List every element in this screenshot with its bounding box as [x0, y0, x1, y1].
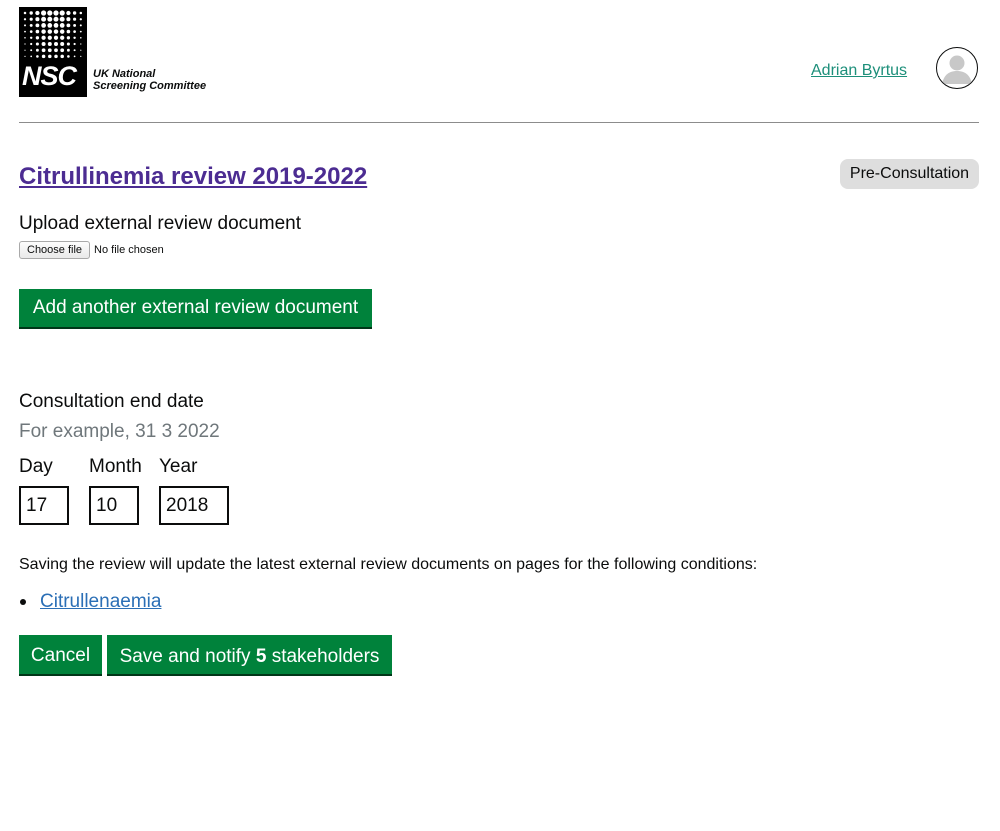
day-input[interactable] [19, 486, 69, 525]
user-avatar-icon[interactable] [936, 47, 978, 89]
nsc-logo-mark: NSC [19, 7, 87, 97]
stakeholder-count: 5 [255, 646, 267, 667]
save-button-prefix: Save and notify [119, 646, 251, 667]
logo-text-line1: UK National [93, 68, 156, 80]
logo-organisation-name: UK National Screening Committee [93, 68, 206, 92]
add-another-document-button[interactable]: Add another external review document [19, 289, 372, 327]
nsc-logo: NSC UK National Screening Committee [19, 7, 206, 97]
year-label: Year [159, 456, 198, 477]
file-upload-field: Choose file No file chosen [19, 241, 164, 259]
consultation-date-hint: For example, 31 3 2022 [19, 421, 220, 442]
header-divider [19, 122, 979, 123]
consultation-date-label: Consultation end date [19, 391, 204, 412]
logo-text-line2: Screening Committee [93, 80, 207, 92]
list-item: Citrullenaemia [19, 591, 161, 613]
save-and-notify-button[interactable]: Save and notify 5 stakeholders [107, 635, 392, 674]
condition-link[interactable]: Citrullenaemia [40, 591, 161, 613]
cancel-button[interactable]: Cancel [19, 635, 102, 674]
month-label: Month [89, 456, 142, 477]
save-button-suffix: stakeholders [271, 646, 380, 667]
month-input[interactable] [89, 486, 139, 525]
user-name-link[interactable]: Adrian Byrtus [811, 62, 907, 80]
person-silhouette-icon [942, 55, 972, 84]
status-badge: Pre-Consultation [840, 159, 979, 189]
year-input[interactable] [159, 486, 229, 525]
day-label: Day [19, 456, 53, 477]
conditions-list: Citrullenaemia [19, 591, 161, 613]
logo-abbreviation: NSC [22, 61, 77, 91]
choose-file-button[interactable]: Choose file [19, 241, 91, 259]
bullet-icon [20, 599, 26, 605]
file-status-text: No file chosen [94, 244, 164, 256]
halftone-pattern-icon [23, 10, 83, 59]
save-info-text: Saving the review will update the latest… [19, 556, 758, 573]
page-title[interactable]: Citrullinemia review 2019-2022 [19, 162, 367, 192]
upload-label: Upload external review document [19, 213, 301, 234]
